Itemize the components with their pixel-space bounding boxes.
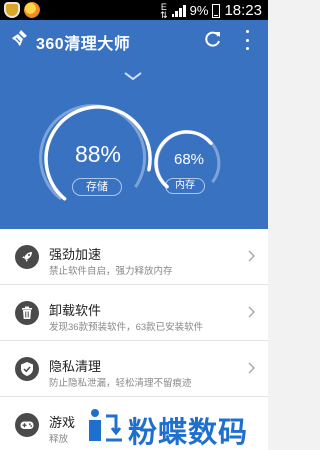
item-desc: 防止隐私泄漏，轻松清理不留痕迹 — [49, 378, 192, 389]
shield-icon — [15, 357, 39, 381]
memory-label[interactable]: 内存 — [165, 178, 205, 194]
list-item-privacy[interactable]: 隐私清理 防止隐私泄漏，轻松清理不留痕迹 — [0, 341, 268, 397]
gamepad-icon — [15, 413, 39, 437]
status-bar: E ⇅ 9% 18:23 — [0, 0, 268, 20]
rocket-icon — [15, 245, 39, 269]
item-desc: 发现36款预装软件，63款已安装软件 — [49, 322, 204, 333]
chevron-right-icon — [248, 250, 255, 262]
storage-percent: 88% — [74, 141, 122, 167]
trash-icon — [15, 301, 39, 325]
item-desc: 释放 — [49, 434, 69, 445]
item-desc: 禁止软件自启，强力释放内存 — [49, 266, 173, 277]
list-item-uninstall[interactable]: 卸载软件 发现36款预装软件，63款已安装软件 — [0, 285, 268, 341]
hero-panel: 360清理大师 88% 存储 68% 内存 — [0, 20, 268, 229]
storage-label[interactable]: 存储 — [72, 178, 122, 196]
browser-app-icon — [24, 2, 40, 18]
item-title: 卸载软件 — [49, 303, 102, 318]
list-item-boost[interactable]: 强劲加速 禁止软件自启，强力释放内存 — [0, 229, 268, 285]
signal-icon — [171, 4, 186, 17]
memory-percent: 68% — [173, 151, 205, 168]
clock: 18:23 — [224, 2, 262, 19]
chevron-right-icon — [248, 306, 255, 318]
item-title: 隐私清理 — [49, 359, 102, 374]
security-app-icon — [4, 2, 20, 18]
watermark-logo-icon — [89, 409, 122, 442]
network-type-icon: E ⇅ — [160, 1, 168, 20]
item-title: 游戏 — [49, 415, 76, 430]
gauges-svg — [39, 104, 221, 201]
chevron-right-icon — [248, 362, 255, 374]
battery-percent: 9% — [189, 3, 209, 18]
item-title: 强劲加速 — [49, 247, 102, 262]
battery-icon — [212, 3, 221, 18]
watermark-text: 粉蝶数码 — [128, 417, 249, 449]
watermark: 粉蝶数码 — [82, 404, 268, 450]
